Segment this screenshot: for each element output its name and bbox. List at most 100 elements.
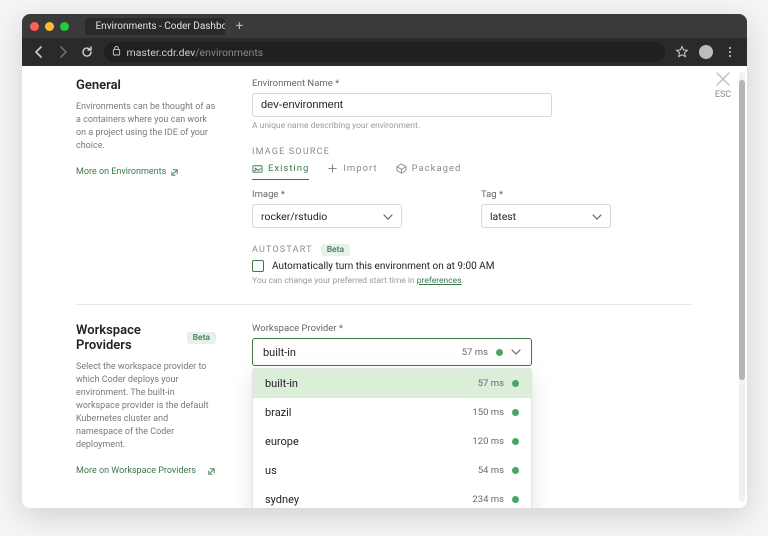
tab-import-label: Import <box>343 163 377 174</box>
content-area: ESC General Environments can be thought … <box>22 66 747 508</box>
general-heading: General <box>76 78 216 93</box>
browser-tab-bar: Environments - Coder Dashbo × + <box>22 14 747 38</box>
providers-main: Workspace Provider * built-in 57 ms <box>252 323 692 508</box>
more-on-environments-link[interactable]: More on Environments <box>76 167 179 177</box>
env-name-input[interactable] <box>252 93 552 117</box>
scroll-thumb[interactable] <box>739 80 745 380</box>
autostart-helper-post: . <box>462 276 464 286</box>
providers-beta-badge: Beta <box>187 332 216 344</box>
provider-field-label: Workspace Provider * <box>252 323 692 334</box>
image-source-label: IMAGE SOURCE <box>252 147 692 157</box>
provider-option-name: us <box>265 464 277 477</box>
preferences-link[interactable]: preferences <box>417 276 462 286</box>
tag-field-label: Tag * <box>481 189 692 200</box>
provider-option-latency: 150 ms <box>472 407 504 418</box>
providers-heading-text: Workspace Providers <box>76 323 179 353</box>
autostart-beta-badge: Beta <box>321 244 350 256</box>
status-dot-icon <box>512 438 519 445</box>
status-dot-icon <box>512 467 519 474</box>
providers-description: Select the workspace provider to which C… <box>76 361 216 452</box>
image-source-tabs: Existing Import Packaged <box>252 163 692 181</box>
package-icon <box>396 163 407 174</box>
tag-select-value: latest <box>490 210 516 223</box>
tab-existing[interactable]: Existing <box>252 163 309 180</box>
url-path: /environments <box>195 46 263 59</box>
vertical-scrollbar[interactable] <box>739 72 745 502</box>
env-name-label: Environment Name * <box>252 78 692 89</box>
provider-option[interactable]: europe 120 ms <box>253 427 531 456</box>
browser-menu-button[interactable] <box>723 45 737 59</box>
tab-packaged[interactable]: Packaged <box>396 163 462 180</box>
autostart-helper-pre: You can change your preferred start time… <box>252 276 417 286</box>
browser-window: Environments - Coder Dashbo × + master.c… <box>22 14 747 508</box>
more-on-providers-link[interactable]: More on Workspace Providers <box>76 466 216 476</box>
external-link-icon <box>207 467 216 476</box>
back-button[interactable] <box>32 45 46 59</box>
provider-option[interactable]: brazil 150 ms <box>253 398 531 427</box>
general-description: Environments can be thought of as a cont… <box>76 101 216 153</box>
provider-option-latency: 120 ms <box>472 436 504 447</box>
window-minimize-button[interactable] <box>45 22 54 31</box>
section-divider <box>76 304 692 305</box>
provider-option-name: brazil <box>265 406 291 419</box>
provider-option-name: europe <box>265 435 299 448</box>
env-name-helper: A unique name describing your environmen… <box>252 121 692 131</box>
status-dot-icon <box>512 409 519 416</box>
autostart-checkbox[interactable] <box>252 260 264 272</box>
image-select[interactable]: rocker/rstudio <box>252 204 402 228</box>
providers-heading: Workspace Providers Beta <box>76 323 216 353</box>
address-bar[interactable]: master.cdr.dev/environments <box>104 42 665 62</box>
chevron-down-icon <box>383 210 393 223</box>
tab-packaged-label: Packaged <box>412 163 462 174</box>
reload-button[interactable] <box>80 45 94 59</box>
provider-option-latency: 57 ms <box>478 378 504 389</box>
tab-existing-label: Existing <box>268 163 309 174</box>
provider-option[interactable]: us 54 ms <box>253 456 531 485</box>
image-field-label: Image * <box>252 189 463 200</box>
status-dot-icon <box>512 496 519 503</box>
forward-button[interactable] <box>56 45 70 59</box>
window-zoom-button[interactable] <box>60 22 69 31</box>
provider-option[interactable]: sydney 234 ms <box>253 485 531 508</box>
browser-tab-title: Environments - Coder Dashbo <box>96 21 225 32</box>
autostart-label: AUTOSTART <box>252 245 313 255</box>
provider-selected-latency: 57 ms <box>462 347 488 358</box>
url-host: master.cdr.dev <box>127 46 196 59</box>
tag-select[interactable]: latest <box>481 204 611 228</box>
provider-option-latency: 234 ms <box>472 494 504 505</box>
tab-import[interactable]: Import <box>327 163 377 180</box>
existing-icon <box>252 163 263 174</box>
status-dot-icon <box>512 380 519 387</box>
provider-option-name: sydney <box>265 493 299 506</box>
link-label: More on Workspace Providers <box>76 466 196 476</box>
browser-tab[interactable]: Environments - Coder Dashbo × <box>85 18 225 35</box>
browser-toolbar: master.cdr.dev/environments <box>22 38 747 66</box>
new-tab-button[interactable]: + <box>231 17 249 35</box>
provider-option-name: built-in <box>265 377 298 390</box>
dialog-close-button[interactable]: ESC <box>714 70 732 100</box>
address-text: master.cdr.dev/environments <box>127 46 264 59</box>
general-sidebar: General Environments can be thought of a… <box>76 78 216 286</box>
provider-selected-name: built-in <box>263 346 296 359</box>
close-icon <box>714 70 732 88</box>
lock-icon <box>112 45 121 59</box>
general-main: Environment Name * A unique name describ… <box>252 78 692 286</box>
chevron-down-icon <box>511 349 521 355</box>
provider-dropdown: built-in 57 ms brazil 150 ms europe 120 … <box>252 368 532 508</box>
provider-option[interactable]: built-in 57 ms <box>253 369 531 398</box>
autostart-checkbox-label: Automatically turn this environment on a… <box>272 261 494 272</box>
chevron-down-icon <box>592 210 602 223</box>
image-select-value: rocker/rstudio <box>261 210 327 223</box>
link-label: More on Environments <box>76 167 166 177</box>
status-dot-icon <box>496 349 503 356</box>
provider-select[interactable]: built-in 57 ms <box>252 338 532 366</box>
provider-selected-meta: 57 ms <box>462 347 521 358</box>
providers-sidebar: Workspace Providers Beta Select the work… <box>76 323 216 508</box>
external-link-icon <box>170 168 179 177</box>
dialog-content: ESC General Environments can be thought … <box>64 66 704 508</box>
bookmark-button[interactable] <box>675 45 689 59</box>
esc-label: ESC <box>715 90 731 100</box>
profile-avatar[interactable] <box>699 45 713 59</box>
autostart-helper: You can change your preferred start time… <box>252 276 692 286</box>
window-close-button[interactable] <box>30 22 39 31</box>
